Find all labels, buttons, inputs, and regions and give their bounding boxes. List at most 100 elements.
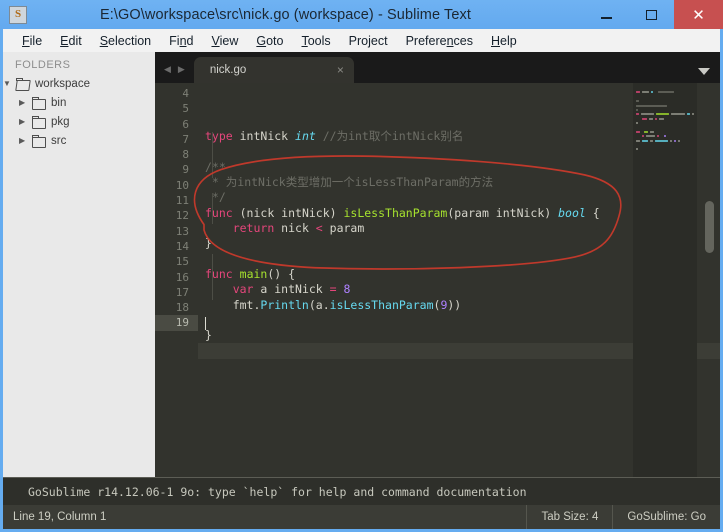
minimap-token xyxy=(648,117,654,120)
minimap-token xyxy=(650,91,654,94)
minimize-icon xyxy=(601,17,612,19)
minimap-line xyxy=(636,139,694,143)
menu-item-help[interactable]: Help xyxy=(482,32,526,50)
minimap-token xyxy=(636,91,640,94)
code-token: * 为intNick类型增加一个isLessThanParam的方法 xyxy=(205,175,494,190)
console-text: GoSublime r14.12.06-1 9o: type `help` fo… xyxy=(28,484,527,499)
folder-icon xyxy=(32,115,46,129)
status-tab-size[interactable]: Tab Size: 4 xyxy=(526,505,612,529)
tab-nick-go[interactable]: nick.go × xyxy=(193,57,354,83)
tab-next-icon[interactable]: ▶ xyxy=(178,65,185,74)
sidebar-item-pkg[interactable]: ▶ pkg xyxy=(3,112,155,131)
minimap-line xyxy=(636,104,694,108)
close-button[interactable]: ✕ xyxy=(674,0,723,29)
window-title: E:\GO\workspace\src\nick.go (workspace) … xyxy=(100,6,471,23)
line-number: 18 xyxy=(175,301,189,315)
minimap-token xyxy=(636,139,640,142)
minimap-token xyxy=(686,113,691,116)
menu-item-find[interactable]: Find xyxy=(160,32,202,50)
code-token: intNick xyxy=(232,129,296,144)
minimap-line xyxy=(636,135,694,138)
sidebar-item-label: src xyxy=(51,134,67,147)
menu-item-tools[interactable]: Tools xyxy=(292,32,339,50)
minimap-gap xyxy=(642,131,643,133)
line-number: 6 xyxy=(182,117,189,131)
line-number: 19 xyxy=(155,315,198,331)
menu-item-file[interactable]: File xyxy=(13,32,51,50)
minimap-token xyxy=(671,113,685,116)
tab-prev-icon[interactable]: ◀ xyxy=(164,65,171,74)
code-token: type xyxy=(205,129,233,144)
chevron-down-icon[interactable] xyxy=(698,68,710,75)
text-caret xyxy=(205,316,206,330)
minimap-line xyxy=(636,122,694,125)
minimap-token xyxy=(678,139,681,142)
chevron-right-icon[interactable]: ▶ xyxy=(19,117,30,126)
line-number: 14 xyxy=(175,239,189,253)
code-token: var xyxy=(232,282,254,297)
minimize-button[interactable] xyxy=(584,0,629,29)
menu-item-goto[interactable]: Goto xyxy=(247,32,292,50)
code-token: isLessThanParam xyxy=(343,205,448,220)
line-number: 8 xyxy=(182,148,189,162)
sublime-text-window: S E:\GO\workspace\src\nick.go (workspace… xyxy=(0,0,723,532)
menu-item-edit[interactable]: Edit xyxy=(51,32,91,50)
line-number: 15 xyxy=(175,255,189,269)
code-token: func xyxy=(205,266,233,281)
line-number-gutter: 4 5 6 7 8 9 10 11 12 13 14 15 16 17 18 19 xyxy=(155,83,198,477)
code-token: main xyxy=(239,266,268,281)
code-token: param xyxy=(322,221,365,236)
minimap-token xyxy=(636,104,667,107)
code-token: return xyxy=(232,221,275,236)
minimap-token xyxy=(641,117,647,120)
minimap-token xyxy=(655,117,658,120)
sidebar-item-src[interactable]: ▶ src xyxy=(3,131,155,150)
vertical-scrollbar[interactable] xyxy=(704,83,715,477)
menu-item-view[interactable]: View xyxy=(202,32,247,50)
line-number: 11 xyxy=(175,194,189,208)
maximize-button[interactable] xyxy=(629,0,674,29)
minimap-token xyxy=(636,113,640,116)
indent-guide xyxy=(211,131,213,178)
minimap-gap xyxy=(661,135,662,137)
minimap-token xyxy=(659,117,664,120)
sidebar-item-workspace[interactable]: ▼ workspace xyxy=(3,74,155,93)
maximize-icon xyxy=(646,9,657,20)
chevron-right-icon[interactable]: ▶ xyxy=(19,136,30,145)
scrollbar-thumb[interactable] xyxy=(705,201,714,253)
code-token: a intNick xyxy=(253,282,330,297)
menu-item-preferences[interactable]: Preferences xyxy=(397,32,482,50)
chevron-down-icon[interactable]: ▼ xyxy=(3,79,14,88)
minimap[interactable] xyxy=(633,83,697,477)
sidebar-item-label: pkg xyxy=(51,115,70,128)
title-bar: S E:\GO\workspace\src\nick.go (workspace… xyxy=(0,0,723,29)
gosublime-console[interactable]: GoSublime r14.12.06-1 9o: type `help` fo… xyxy=(3,477,720,505)
close-icon[interactable]: × xyxy=(319,63,344,77)
minimap-token xyxy=(644,130,649,133)
line-number: 13 xyxy=(175,224,189,238)
line-number: 4 xyxy=(182,87,189,100)
minimap-line xyxy=(636,108,694,112)
line-number: 5 xyxy=(182,102,189,116)
minimap-line xyxy=(636,130,694,134)
menu-item-selection[interactable]: Selection xyxy=(91,32,160,50)
menu-item-project[interactable]: Project xyxy=(340,32,397,50)
sidebar-item-bin[interactable]: ▶ bin xyxy=(3,93,155,112)
minimap-token xyxy=(636,108,638,111)
chevron-right-icon[interactable]: ▶ xyxy=(19,98,30,107)
minimap-line xyxy=(636,144,694,147)
main-body: FOLDERS ▼ workspace ▶ bin ▶ pkg ▶ src ◀ … xyxy=(3,52,720,477)
code-token: } xyxy=(205,236,212,251)
code-token: = xyxy=(329,282,337,297)
minimap-line xyxy=(636,91,694,94)
status-syntax[interactable]: GoSublime: Go xyxy=(612,505,720,529)
minimap-token xyxy=(641,139,648,142)
minimap-token xyxy=(692,113,694,116)
code-token: /** xyxy=(205,159,226,174)
code-token: func xyxy=(205,205,233,220)
status-bar: Line 19, Column 1 Tab Size: 4 GoSublime:… xyxy=(3,505,720,529)
code-token: nick xyxy=(274,221,316,236)
